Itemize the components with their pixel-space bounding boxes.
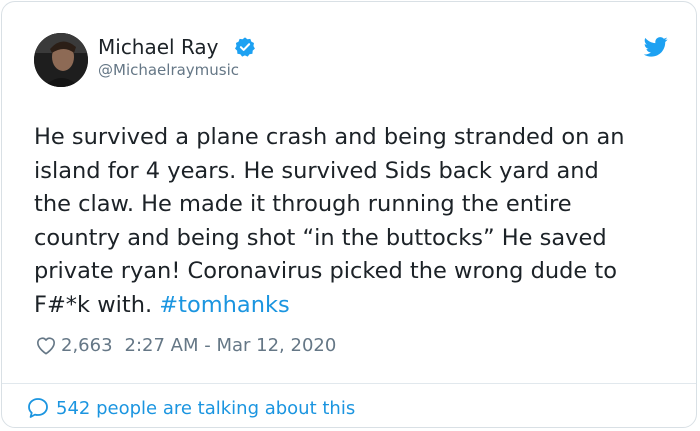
- author-handle[interactable]: @Michaelraymusic: [98, 60, 239, 80]
- tweet-line: the claw. He made it through running the…: [34, 191, 572, 217]
- twitter-bird-icon[interactable]: [644, 36, 668, 58]
- avatar[interactable]: [34, 33, 88, 87]
- tweet-timestamp[interactable]: 2:27 AM - Mar 12, 2020: [125, 335, 337, 356]
- heart-icon[interactable]: [35, 335, 57, 355]
- speech-bubble-icon: [28, 398, 48, 418]
- tweet-line: island for 4 years. He survived Sids bac…: [34, 157, 599, 184]
- verified-badge-icon: [235, 37, 255, 57]
- conversation-link[interactable]: 542 people are talking about this: [26, 395, 355, 421]
- tweet-line: country and being shot “in the buttocks”…: [34, 224, 607, 251]
- hashtag-link[interactable]: #tomhanks: [159, 292, 289, 318]
- divider: [2, 383, 696, 384]
- tweet-text: He survived a plane crash and being stra…: [34, 121, 684, 322]
- tweet-meta: 2,663 2:27 AM - Mar 12, 2020: [35, 332, 336, 358]
- tweet-line: He survived a plane crash and being stra…: [34, 124, 625, 150]
- like-count[interactable]: 2,663: [61, 335, 113, 356]
- tweet-line-text: F#*k with.: [34, 291, 160, 318]
- conversation-text[interactable]: 542 people are talking about this: [56, 398, 355, 419]
- tweet-line: private ryan! Coronavirus picked the wro…: [34, 258, 618, 284]
- tweet-line-last: F#*k with. #tomhanks: [34, 289, 684, 323]
- tweet-card: Michael Ray @Michaelraymusic He survived…: [1, 1, 697, 428]
- avatar-photo: [34, 33, 88, 87]
- author-name[interactable]: Michael Ray: [98, 34, 219, 60]
